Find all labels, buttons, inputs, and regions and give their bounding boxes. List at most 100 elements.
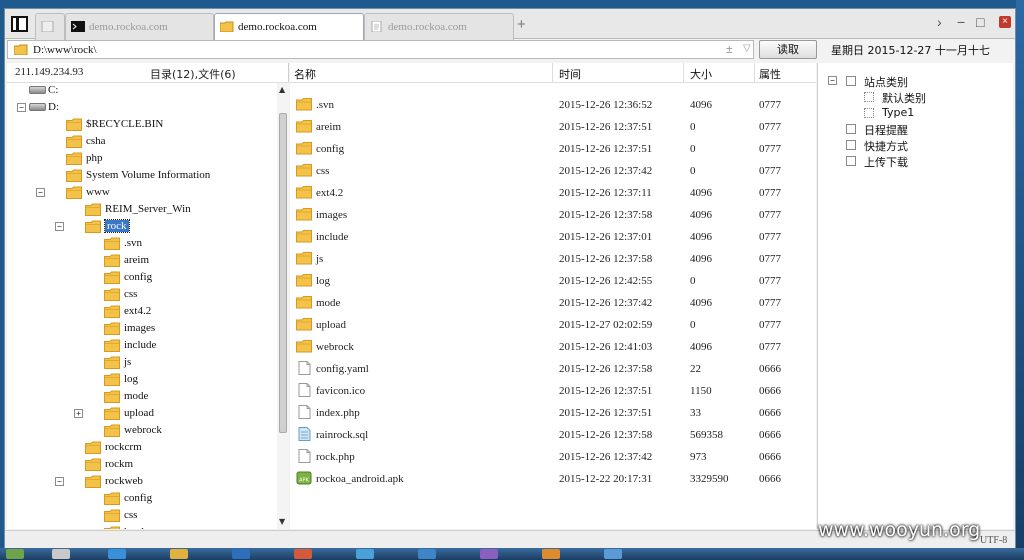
file-row[interactable]: webrock 2015-12-26 12:41:03 4096 0777 [290, 336, 816, 358]
taskbar-icon[interactable] [418, 549, 436, 559]
tree-node[interactable]: webrock [7, 423, 267, 440]
side-menu-item[interactable]: 快捷方式 [818, 137, 1008, 153]
file-row[interactable]: favicon.ico 2015-12-26 12:37:51 1150 0666 [290, 380, 816, 402]
plus-minus-icon[interactable]: ± [726, 42, 733, 56]
file-row[interactable]: index.php 2015-12-26 12:37:51 33 0666 [290, 402, 816, 424]
tree-node[interactable]: css [7, 508, 267, 525]
tree-node[interactable]: log [7, 372, 267, 389]
tree-node[interactable]: − www [7, 185, 267, 202]
file-attr: 0777 [759, 275, 781, 287]
tree-node[interactable]: js [7, 355, 267, 372]
file-row[interactable]: rainrock.sql 2015-12-26 12:37:58 569358 066… [290, 424, 816, 446]
file-row[interactable]: .svn 2015-12-26 12:36:52 4096 0777 [290, 94, 816, 116]
scroll-up-icon[interactable]: ▲ [279, 85, 285, 94]
taskbar-icon[interactable] [52, 549, 70, 559]
tree-node[interactable]: areim [7, 253, 267, 270]
column-name[interactable]: 名称 [294, 66, 316, 82]
side-menu-item[interactable]: − 站点类别 [818, 73, 1008, 89]
address-bar[interactable]: D:\www\rock\ ± ▽ [7, 40, 754, 59]
tree-node[interactable]: .svn [7, 236, 267, 253]
folder-icon [104, 373, 120, 386]
tree-node[interactable]: + upload [7, 406, 267, 423]
side-menu-item[interactable]: Type1 [818, 105, 1008, 121]
tree-node[interactable]: css [7, 287, 267, 304]
taskbar-icon[interactable] [604, 549, 622, 559]
collapse-icon[interactable]: − [55, 477, 64, 486]
tree-node[interactable]: include [7, 338, 267, 355]
expand-icon[interactable]: + [74, 409, 83, 418]
folder-icon [296, 186, 312, 199]
tree-node[interactable]: rockm [7, 457, 267, 474]
column-divider[interactable] [683, 63, 684, 83]
taskbar-icon[interactable] [542, 549, 560, 559]
taskbar-icon[interactable] [294, 549, 312, 559]
collapse-icon[interactable]: − [55, 222, 64, 231]
file-row[interactable]: include 2015-12-26 12:37:01 4096 0777 [290, 226, 816, 248]
address-input[interactable]: D:\www\rock\ [33, 44, 97, 56]
file-row[interactable]: js 2015-12-26 12:37:58 4096 0777 [290, 248, 816, 270]
file-row[interactable]: ext4.2 2015-12-26 12:37:11 4096 0777 [290, 182, 816, 204]
file-row[interactable]: APK rockoa_android.apk 2015-12-22 20:17:31… [290, 468, 816, 490]
add-tab-button[interactable]: + [517, 16, 526, 33]
forward-button[interactable]: › [937, 14, 942, 30]
taskbar-icon[interactable] [480, 549, 498, 559]
taskbar-icon[interactable] [232, 549, 250, 559]
tree-node[interactable]: REIM_Server_Win [7, 202, 267, 219]
tree-node[interactable]: ext4.2 [7, 304, 267, 321]
file-row[interactable]: css 2015-12-26 12:37:42 0 0777 [290, 160, 816, 182]
file-row[interactable]: config 2015-12-26 12:37:51 0 0777 [290, 138, 816, 160]
taskbar-icon[interactable] [170, 549, 188, 559]
column-size[interactable]: 大小 [690, 66, 712, 82]
tree-node[interactable]: rockcrm [7, 440, 267, 457]
scroll-thumb[interactable] [279, 113, 287, 433]
tree-node[interactable]: − D: [7, 100, 267, 117]
scroll-down-icon[interactable]: ▼ [279, 517, 285, 526]
side-menu-item[interactable]: 默认类别 [818, 89, 1008, 105]
tree-node[interactable]: php [7, 151, 267, 168]
column-attr[interactable]: 属性 [759, 66, 781, 82]
side-menu-item[interactable]: 日程提醒 [818, 121, 1008, 137]
close-button[interactable]: × [999, 16, 1011, 28]
sql-file-icon [298, 427, 311, 441]
minimize-button[interactable]: − [957, 14, 965, 30]
file-row[interactable]: config.yaml 2015-12-26 12:37:58 22 0666 [290, 358, 816, 380]
taskbar-icon[interactable] [108, 549, 126, 559]
column-divider[interactable] [754, 63, 755, 83]
tree-node[interactable]: − rockweb [7, 474, 267, 491]
column-time[interactable]: 时间 [559, 66, 581, 82]
app-menu-icon[interactable] [11, 16, 28, 32]
file-row[interactable]: areim 2015-12-26 12:37:51 0 0777 [290, 116, 816, 138]
column-divider[interactable] [552, 63, 553, 83]
tree-node[interactable]: System Volume Information [7, 168, 267, 185]
taskbar-icon[interactable] [356, 549, 374, 559]
tab-blank[interactable] [35, 13, 65, 40]
tab-page[interactable]: demo.rockoa.com [364, 13, 514, 40]
collapse-icon[interactable]: − [828, 76, 837, 85]
tree-node[interactable]: html [7, 525, 267, 529]
tab-folder[interactable]: demo.rockoa.com [214, 13, 364, 40]
tree-node[interactable]: config [7, 270, 267, 287]
collapse-icon[interactable]: − [17, 103, 26, 112]
tree-node[interactable]: C: [7, 83, 267, 100]
read-button[interactable]: 读取 [759, 40, 817, 59]
tree-node[interactable]: $RECYCLE.BIN [7, 117, 267, 134]
tab-terminal[interactable]: demo.rockoa.com [65, 13, 214, 40]
tree-node[interactable]: csha [7, 134, 267, 151]
file-row[interactable]: mode 2015-12-26 12:37:42 4096 0777 [290, 292, 816, 314]
file-row[interactable]: upload 2015-12-27 02:02:59 0 0777 [290, 314, 816, 336]
tree-scrollbar[interactable]: ▲ ▼ [277, 83, 289, 529]
tree-node-label: php [86, 152, 103, 164]
collapse-icon[interactable]: − [36, 188, 45, 197]
tree-node[interactable]: config [7, 491, 267, 508]
maximize-button[interactable]: □ [976, 14, 984, 30]
taskbar-icon[interactable] [6, 549, 24, 559]
file-row[interactable]: rock.php 2015-12-26 12:37:42 973 0666 [290, 446, 816, 468]
tree-node[interactable]: mode [7, 389, 267, 406]
tree-node[interactable]: images [7, 321, 267, 338]
tree-node[interactable]: − rock [7, 219, 267, 236]
blank-page-icon [41, 21, 54, 32]
side-menu-item[interactable]: 上传下载 [818, 153, 1008, 169]
file-row[interactable]: log 2015-12-26 12:42:55 0 0777 [290, 270, 816, 292]
dropdown-icon[interactable]: ▽ [743, 43, 751, 54]
file-row[interactable]: images 2015-12-26 12:37:58 4096 0777 [290, 204, 816, 226]
